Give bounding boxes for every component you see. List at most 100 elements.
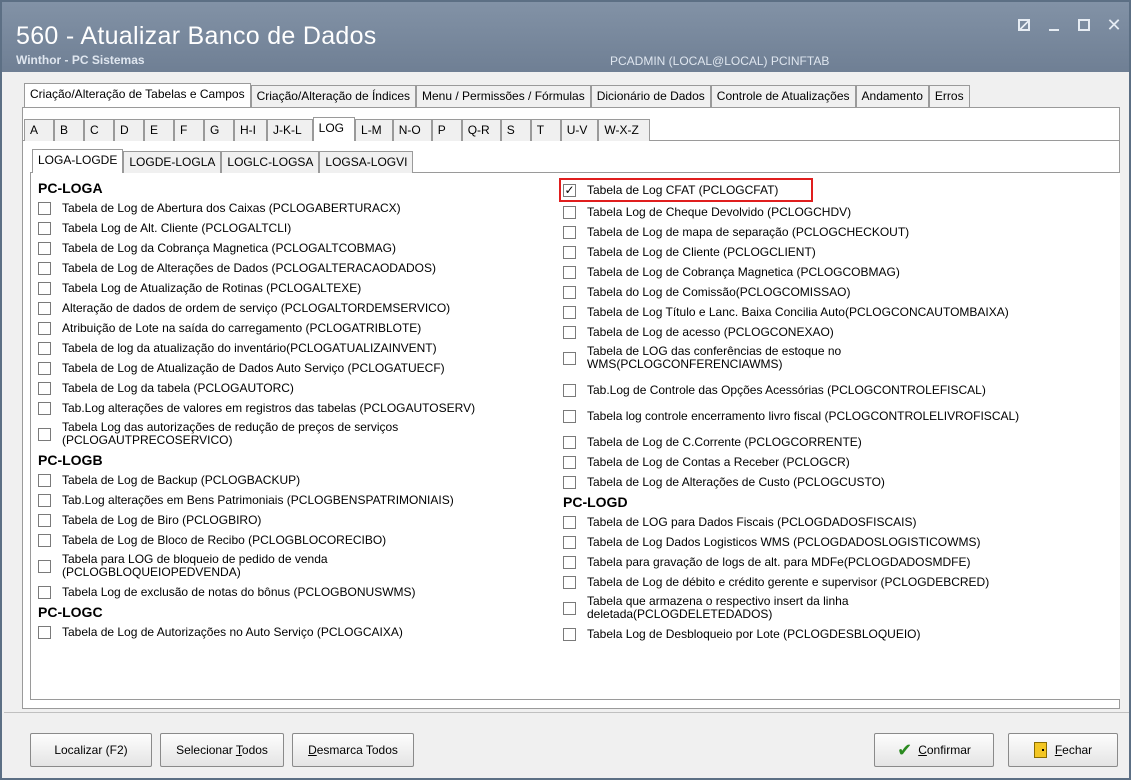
sub-tab-loglc-logsa[interactable]: LOGLC-LOGSA xyxy=(221,151,320,173)
checkbox[interactable] xyxy=(563,475,576,489)
checkbox[interactable] xyxy=(38,261,51,275)
checkbox[interactable] xyxy=(38,341,51,355)
letter-tab-s[interactable]: S xyxy=(500,119,531,141)
table-checkbox-item[interactable]: Tabela do Log de Comissão(PCLOGCOMISSAO) xyxy=(563,282,1123,302)
checkbox[interactable] xyxy=(38,427,51,441)
checkbox[interactable] xyxy=(563,285,576,299)
table-checkbox-item[interactable]: Tabela que armazena o respectivo insert … xyxy=(563,592,1123,624)
checkbox[interactable] xyxy=(563,205,576,219)
table-checkbox-item[interactable]: Tabela Log de Atualização de Rotinas (PC… xyxy=(38,278,548,298)
table-checkbox-item[interactable]: Atribuição de Lote na saída do carregame… xyxy=(38,318,548,338)
confirm-button[interactable]: ✔ Confirmar xyxy=(874,733,994,767)
checkbox[interactable] xyxy=(563,435,576,449)
close-button[interactable]: ✕ xyxy=(1105,16,1123,34)
restore-button[interactable] xyxy=(1015,16,1033,34)
checkbox[interactable] xyxy=(38,241,51,255)
checkbox[interactable] xyxy=(38,321,51,335)
checkbox[interactable] xyxy=(38,221,51,235)
checkbox[interactable] xyxy=(38,625,51,639)
checkbox[interactable] xyxy=(563,351,576,365)
sub-tab-loga-logde[interactable]: LOGA-LOGDE xyxy=(32,149,124,173)
table-checkbox-item[interactable]: ✓ Tabela de Log CFAT (PCLOGCFAT) xyxy=(559,178,813,202)
letter-tab-h-i[interactable]: H-I xyxy=(234,119,267,141)
checkbox[interactable] xyxy=(38,493,51,507)
table-checkbox-item[interactable]: Tabela Log de Alt. Cliente (PCLOGALTCLI) xyxy=(38,218,548,238)
checkbox[interactable] xyxy=(38,401,51,415)
table-checkbox-item[interactable]: Tabela de log da atualização do inventár… xyxy=(38,338,548,358)
checkbox[interactable] xyxy=(563,535,576,549)
checkbox[interactable] xyxy=(563,409,576,423)
table-checkbox-item[interactable]: Tabela de Log de Alterações de Custo (PC… xyxy=(563,472,1123,492)
letter-tab-a[interactable]: A xyxy=(24,119,54,141)
letter-tab-j-k-l[interactable]: J-K-L xyxy=(267,119,313,141)
table-checkbox-item[interactable]: Tab.Log alterações em Bens Patrimoniais … xyxy=(38,490,548,510)
minimize-button[interactable] xyxy=(1045,16,1063,34)
letter-tab-c[interactable]: C xyxy=(84,119,114,141)
checkbox-checked[interactable]: ✓ xyxy=(563,183,576,197)
table-checkbox-item[interactable]: Tabela de Log de Alterações de Dados (PC… xyxy=(38,258,548,278)
maximize-button[interactable] xyxy=(1075,16,1093,34)
checkbox[interactable] xyxy=(38,361,51,375)
sub-tab-logsa-logvi[interactable]: LOGSA-LOGVI xyxy=(319,151,414,173)
checkbox[interactable] xyxy=(563,265,576,279)
table-checkbox-item[interactable]: Tabela de Log da tabela (PCLOGAUTORC) xyxy=(38,378,548,398)
table-checkbox-item[interactable]: Tabela de Log de Bloco de Recibo (PCLOGB… xyxy=(38,530,548,550)
checkbox[interactable] xyxy=(563,455,576,469)
table-checkbox-item[interactable]: Tabela Log de Cheque Devolvido (PCLOGCHD… xyxy=(563,202,1123,222)
checkbox[interactable] xyxy=(563,383,576,397)
checkbox[interactable] xyxy=(563,601,576,615)
checkbox[interactable] xyxy=(38,533,51,547)
table-checkbox-item[interactable]: Tab.Log de Controle das Opções Acessória… xyxy=(563,380,1123,400)
letter-tab-log[interactable]: LOG xyxy=(312,117,356,141)
table-checkbox-item[interactable]: Tabela de Log Título e Lanc. Baixa Conci… xyxy=(563,302,1123,322)
checkbox[interactable] xyxy=(38,201,51,215)
table-checkbox-item[interactable]: Tabela Log de exclusão de notas do bônus… xyxy=(38,582,548,602)
find-button[interactable]: Localizar (F2) xyxy=(30,733,152,767)
table-checkbox-item[interactable]: Tabela de Log de Contas a Receber (PCLOG… xyxy=(563,452,1123,472)
checkbox[interactable] xyxy=(563,515,576,529)
checkbox[interactable] xyxy=(563,627,576,641)
checkbox[interactable] xyxy=(563,245,576,259)
letter-tab-l-m[interactable]: L-M xyxy=(355,119,393,141)
tab-erros[interactable]: Erros xyxy=(928,85,970,107)
checkbox[interactable] xyxy=(38,513,51,527)
table-checkbox-item[interactable]: Tabela de Log de C.Corrente (PCLOGCORREN… xyxy=(563,432,1123,452)
letter-tab-d[interactable]: D xyxy=(114,119,144,141)
table-checkbox-item[interactable]: Tabela de Log de débito e crédito gerent… xyxy=(563,572,1123,592)
table-checkbox-item[interactable]: Tabela Log das autorizações de redução d… xyxy=(38,418,548,450)
letter-tab-b[interactable]: B xyxy=(54,119,84,141)
letter-tab-p[interactable]: P xyxy=(431,119,462,141)
checkbox[interactable] xyxy=(38,473,51,487)
table-checkbox-item[interactable]: Tabela para gravação de logs de alt. par… xyxy=(563,552,1123,572)
table-checkbox-item[interactable]: Tabela de LOG das conferências de estoqu… xyxy=(563,342,1123,374)
table-checkbox-item[interactable]: Tabela de Log de Cobrança Magnetica (PCL… xyxy=(563,262,1123,282)
checkbox[interactable] xyxy=(38,301,51,315)
table-checkbox-item[interactable]: Tabela de Log de Atualização de Dados Au… xyxy=(38,358,548,378)
checkbox[interactable] xyxy=(38,559,51,573)
table-checkbox-item[interactable]: Tabela de Log da Cobrança Magnetica (PCL… xyxy=(38,238,548,258)
select-all-button[interactable]: Selecionar Todos xyxy=(160,733,284,767)
checkbox[interactable] xyxy=(563,575,576,589)
table-checkbox-item[interactable]: Tabela de Log de acesso (PCLOGCONEXAO) xyxy=(563,322,1123,342)
close-window-button[interactable]: Fechar xyxy=(1008,733,1118,767)
table-checkbox-item[interactable]: Tabela de Log de Backup (PCLOGBACKUP) xyxy=(38,470,548,490)
checkbox[interactable] xyxy=(563,555,576,569)
tab-menu-permissoes-formulas[interactable]: Menu / Permissões / Fórmulas xyxy=(416,85,591,107)
tab-dicionario-de-dados[interactable]: Dicionário de Dados xyxy=(590,85,711,107)
deselect-all-button[interactable]: Desmarca Todos xyxy=(292,733,414,767)
checkbox[interactable] xyxy=(38,585,51,599)
table-checkbox-item[interactable]: Tabela de Log de mapa de separação (PCLO… xyxy=(563,222,1123,242)
checkbox[interactable] xyxy=(38,381,51,395)
checkbox[interactable] xyxy=(563,325,576,339)
table-checkbox-item[interactable]: Tabela de Log de Cliente (PCLOGCLIENT) xyxy=(563,242,1123,262)
letter-tab-n-o[interactable]: N-O xyxy=(392,119,432,141)
table-checkbox-item[interactable]: Tabela para LOG de bloqueio de pedido de… xyxy=(38,550,548,582)
tab-andamento[interactable]: Andamento xyxy=(855,85,929,107)
table-checkbox-item[interactable]: Tabela de Log de Biro (PCLOGBIRO) xyxy=(38,510,548,530)
tab-criacao-alteracao-de-indices[interactable]: Criação/Alteração de Índices xyxy=(250,85,416,107)
checkbox[interactable] xyxy=(38,281,51,295)
letter-tab-t[interactable]: T xyxy=(530,119,561,141)
letter-tab-q-r[interactable]: Q-R xyxy=(461,119,501,141)
checkbox[interactable] xyxy=(563,305,576,319)
table-checkbox-item[interactable]: Tabela de Log de Abertura dos Caixas (PC… xyxy=(38,198,548,218)
